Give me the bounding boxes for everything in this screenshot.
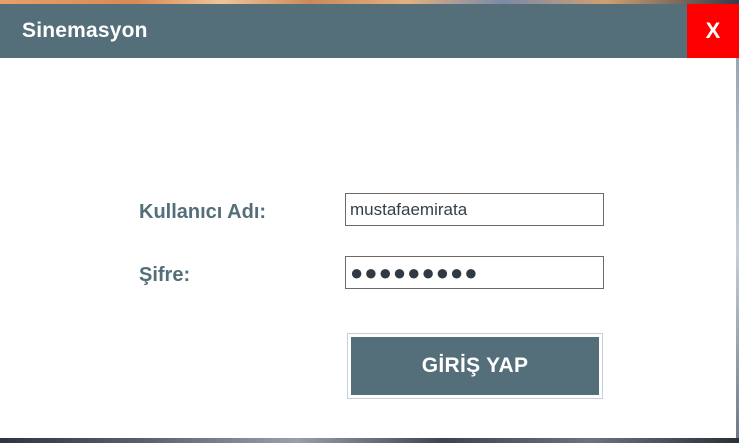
username-field[interactable]: mustafaemirata xyxy=(345,193,604,226)
login-window: Sinemasyon X Kullanıcı Adı: mustafaemira… xyxy=(0,0,739,443)
background-strip-bottom xyxy=(0,438,739,443)
password-value: ●●●●●●●●● xyxy=(350,259,479,285)
password-field[interactable]: ●●●●●●●●● xyxy=(345,256,604,289)
password-label: Şifre: xyxy=(139,264,191,286)
close-button[interactable]: X xyxy=(687,4,739,58)
close-icon: X xyxy=(705,18,721,43)
username-label: Kullanıcı Adı: xyxy=(139,201,267,223)
login-button-face[interactable]: GİRİŞ YAP xyxy=(351,337,599,395)
username-value: mustafaemirata xyxy=(350,199,468,219)
titlebar[interactable]: Sinemasyon X xyxy=(0,4,739,58)
login-button-label: GİRİŞ YAP xyxy=(421,354,529,377)
app-title: Sinemasyon xyxy=(22,19,148,42)
login-button[interactable]: GİRİŞ YAP xyxy=(347,333,603,399)
